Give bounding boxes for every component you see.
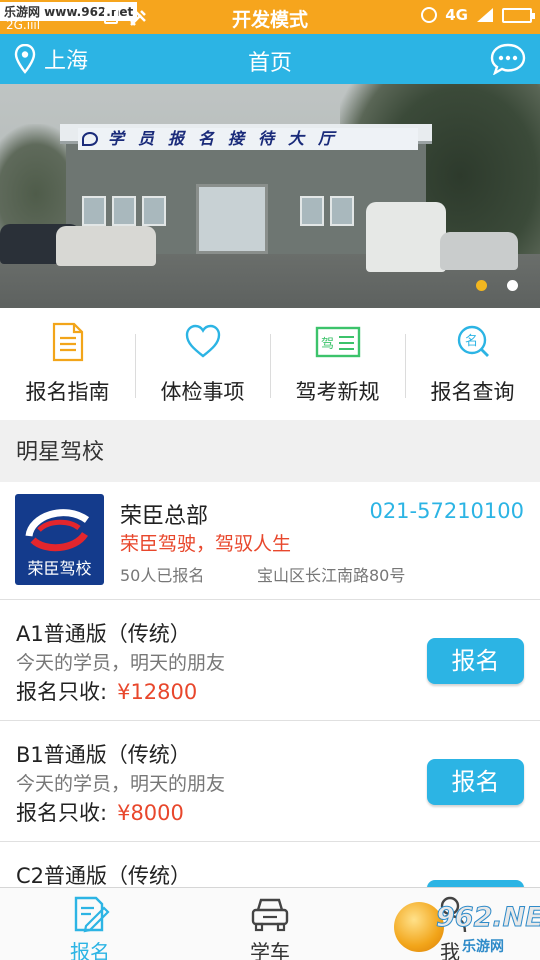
school-name: 荣臣总部 — [120, 504, 209, 529]
divider — [405, 334, 406, 398]
package-desc: 今天的学员，明天的朋友 — [16, 652, 226, 674]
tab-label: 学车 — [250, 940, 290, 960]
banner-door — [196, 184, 268, 254]
signup-button[interactable]: 报名 — [427, 759, 524, 805]
quick-item-label: 报名指南 — [25, 380, 110, 404]
banner-window — [300, 196, 324, 226]
carousel-dot[interactable] — [476, 280, 487, 291]
banner-car — [56, 226, 156, 266]
package-price: ¥8000 — [117, 801, 184, 825]
enrolled-count: 50人已报名 — [120, 566, 205, 585]
page-title: 首页 — [247, 51, 292, 76]
package-name: A1普通版（传统） — [16, 622, 191, 646]
watermark-small-text: 乐游网 — [462, 939, 504, 955]
chat-bubble-icon[interactable] — [490, 43, 526, 75]
banner-car — [440, 232, 518, 270]
package-price-row: 报名只收: ¥12800 — [16, 676, 197, 706]
signup-button[interactable]: 报名 — [427, 638, 524, 684]
quick-item-exam-rules[interactable]: 驾 驾考新规 — [270, 308, 405, 420]
search-name-text: 名 — [465, 333, 478, 349]
price-label: 报名只收: — [16, 680, 108, 704]
tab-signup[interactable]: 报名 — [0, 888, 180, 960]
section-title: 明星驾校 — [16, 440, 105, 465]
watermark-big-text: 962.NET — [435, 902, 540, 934]
banner-window — [82, 196, 106, 226]
school-slogan: 荣臣驾驶，驾驭人生 — [120, 533, 292, 555]
quick-item-label: 报名查询 — [430, 380, 515, 404]
alarm-icon — [421, 7, 438, 23]
signal-icon — [477, 8, 493, 22]
signal-label: 4G — [445, 6, 468, 24]
price-label: 报名只收: — [16, 801, 108, 825]
package-item: B1普通版（传统） 今天的学员，明天的朋友 报名只收: ¥8000 报名 — [0, 721, 540, 842]
quick-menu: 报名指南 体检事项 驾 驾考新规 名 报名查询 — [0, 308, 540, 420]
document-icon — [52, 322, 84, 362]
school-logo-text: 荣臣驾校 — [27, 559, 92, 578]
search-name-icon: 名 — [457, 325, 489, 357]
license-card-icon: 驾 — [315, 326, 361, 358]
quick-item-label: 驾考新规 — [295, 380, 380, 404]
status-right: 4G — [421, 6, 535, 24]
package-price: ¥12800 — [117, 680, 198, 704]
app-header: 上海 首页 — [0, 34, 540, 84]
battery-icon — [502, 7, 535, 23]
school-card[interactable]: 荣臣驾校 荣臣总部 021-57210100 荣臣驾驶，驾驭人生 50人已报名 … — [0, 482, 540, 600]
banner-sign-logo — [82, 132, 98, 146]
site-watermark-logo: 962.NET 乐游网 — [394, 900, 540, 955]
divider — [270, 334, 271, 398]
banner-window — [330, 196, 354, 226]
car-icon — [251, 898, 289, 932]
quick-item-signup-guide[interactable]: 报名指南 — [0, 308, 135, 420]
quick-item-physical-exam[interactable]: 体检事项 — [135, 308, 270, 420]
package-price-row: 报名只收: ¥8000 — [16, 797, 184, 827]
banner-window — [142, 196, 166, 226]
banner-sign: 学员报名接待大厅 — [78, 128, 418, 150]
license-card-text: 驾 — [321, 337, 334, 352]
carousel-dots — [476, 280, 518, 291]
carousel-dot[interactable] — [507, 280, 518, 291]
status-bar: 乐游网 www.962.net 2G.ıııl 开发模式 4G — [0, 0, 540, 34]
quick-item-label: 体检事项 — [160, 380, 245, 404]
banner-car — [366, 202, 446, 272]
banner-carousel[interactable]: 学员报名接待大厅 — [0, 84, 540, 308]
school-phone[interactable]: 021-57210100 — [369, 499, 524, 523]
divider — [135, 334, 136, 398]
quick-item-signup-query[interactable]: 名 报名查询 — [405, 308, 540, 420]
package-item: A1普通版（传统） 今天的学员，明天的朋友 报名只收: ¥12800 报名 — [0, 600, 540, 721]
heart-icon — [185, 324, 221, 358]
banner-window — [112, 196, 136, 226]
tab-learn-driving[interactable]: 学车 — [180, 888, 360, 960]
package-name: B1普通版（传统） — [16, 743, 191, 767]
school-address: 宝山区长江南路80号 — [257, 566, 406, 585]
package-name: C2普通版（传统） — [16, 864, 192, 888]
school-logo-swoosh-icon — [25, 509, 90, 552]
tab-label: 报名 — [70, 940, 110, 960]
package-desc: 今天的学员，明天的朋友 — [16, 773, 226, 795]
signup-edit-icon — [74, 896, 110, 933]
school-logo: 荣臣驾校 — [15, 494, 104, 585]
